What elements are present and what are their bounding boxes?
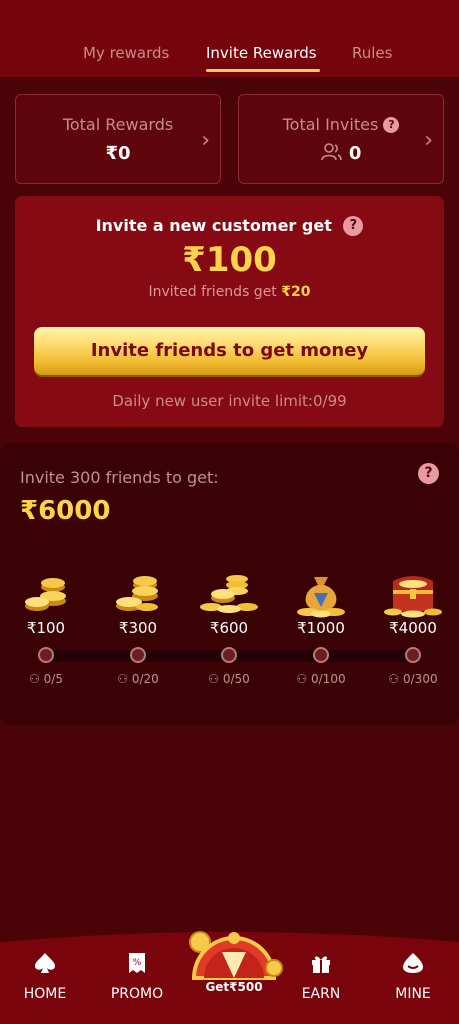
coin-stack-icon: [194, 571, 264, 616]
milestone-item: ₹300: [103, 571, 173, 637]
nav-home-label: HOME: [23, 986, 67, 1002]
header: My rewards Invite Rewards Rules: [0, 0, 459, 77]
total-invites-card[interactable]: Total Invites ? 0 ›: [238, 94, 444, 184]
milestone-count-value: 0/5: [43, 672, 63, 686]
milestone-item: ₹100: [11, 571, 81, 637]
invite-friends-row: Invited friends get ₹20: [15, 284, 444, 300]
milestone-count: ⚇ 0/20: [103, 672, 173, 686]
chevron-right-icon: ›: [424, 128, 433, 153]
active-tab-indicator: [206, 69, 320, 72]
milestone-count-value: 0/20: [131, 672, 159, 686]
milestone-item: ₹1000: [286, 571, 356, 637]
invite-amount: ₹100: [182, 240, 277, 280]
milestone-reward: ₹4000: [389, 619, 437, 637]
tab-my-rewards[interactable]: My rewards: [83, 44, 169, 62]
milestone-reward: ₹100: [26, 619, 66, 637]
milestone-item: ₹600: [194, 571, 264, 637]
coin-stack-icon: [11, 571, 81, 616]
promo-icon: %: [129, 953, 145, 973]
treasure-chest-icon: [378, 571, 448, 618]
nav-mine[interactable]: MINE: [378, 952, 448, 1002]
nav-mine-label: MINE: [395, 986, 431, 1002]
progress-dot: [130, 647, 146, 663]
total-rewards-value: ₹0: [105, 143, 131, 164]
bottom-nav: HOME % PROMO Get₹500 EARN MINE: [0, 930, 459, 1024]
daily-invite-limit: Daily new user invite limit:0/99: [112, 392, 347, 410]
invite-friends-amount: ₹20: [281, 284, 311, 300]
user-icon: ⚇: [208, 672, 219, 686]
users-icon: [320, 143, 342, 161]
tab-rules[interactable]: Rules: [352, 44, 392, 62]
milestone-card: Invite 300 friends to get: ₹6000 ? ₹100: [0, 443, 459, 725]
nav-earn-label: EARN: [301, 986, 341, 1002]
user-icon: ⚇: [296, 672, 308, 686]
progress-dot: [221, 647, 237, 663]
progress-dot: [405, 647, 421, 663]
user-icon: ⚇: [117, 672, 128, 686]
user-icon: ⚇: [29, 672, 40, 686]
nav-wheel-label: Get₹500: [205, 980, 263, 994]
milestone-reward: ₹600: [209, 619, 249, 637]
milestone-title: Invite 300 friends to get:: [20, 468, 219, 487]
total-rewards-card[interactable]: Total Rewards ₹0 ›: [15, 94, 221, 184]
nav-earn[interactable]: EARN: [286, 952, 356, 1002]
nav-promo-label: PROMO: [110, 986, 164, 1002]
milestone-count-value: 0/300: [403, 672, 438, 686]
milestone-count-value: 0/50: [222, 672, 250, 686]
milestone-count: ⚇ 0/100: [286, 672, 356, 686]
invite-headline: Invite a new customer get: [95, 216, 332, 235]
total-invites-row: 0: [239, 143, 443, 164]
coin-stack-icon: [103, 571, 173, 616]
chevron-right-icon: ›: [201, 128, 210, 153]
tab-invite-rewards[interactable]: Invite Rewards: [206, 44, 317, 62]
question-icon[interactable]: ?: [418, 463, 439, 484]
invite-friends-button[interactable]: Invite friends to get money: [34, 327, 425, 375]
nav-home[interactable]: HOME: [10, 952, 80, 1002]
spade-icon: [35, 953, 55, 973]
invite-headline-row: Invite a new customer get ?: [15, 216, 444, 236]
milestone-reward: ₹1000: [297, 619, 345, 637]
nav-promo[interactable]: % PROMO: [102, 952, 172, 1002]
milestone-count-value: 0/100: [311, 672, 346, 686]
svg-text:%: %: [133, 958, 142, 968]
user-icon: ⚇: [388, 672, 400, 686]
milestone-amount: ₹6000: [20, 496, 111, 526]
milestone-count: ⚇ 0/5: [11, 672, 81, 686]
total-invites-label: Total Invites: [282, 115, 379, 134]
milestone-count: ⚇ 0/50: [194, 672, 264, 686]
mine-icon: [403, 953, 423, 973]
invite-card: Invite a new customer get ? ₹100 Invited…: [15, 196, 444, 427]
question-icon[interactable]: ?: [343, 216, 364, 236]
total-rewards-label: Total Rewards: [62, 115, 174, 134]
wheel-icon: [189, 931, 283, 980]
progress-dot: [38, 647, 54, 663]
money-bag-icon: [286, 571, 356, 618]
milestone-reward: ₹300: [118, 619, 158, 637]
invite-friends-text: Invited friends get: [148, 284, 277, 300]
total-invites-title: Total Invites ?: [239, 115, 443, 134]
gift-icon: [312, 956, 330, 973]
question-icon[interactable]: ?: [383, 117, 400, 133]
nav-wheel[interactable]: Get₹500: [184, 930, 284, 1024]
tab-bar: My rewards Invite Rewards Rules: [0, 44, 459, 72]
milestone-item: ₹4000: [378, 571, 448, 637]
progress-dot: [313, 647, 329, 663]
total-invites-value: 0: [348, 143, 362, 164]
milestone-count: ⚇ 0/300: [378, 672, 448, 686]
